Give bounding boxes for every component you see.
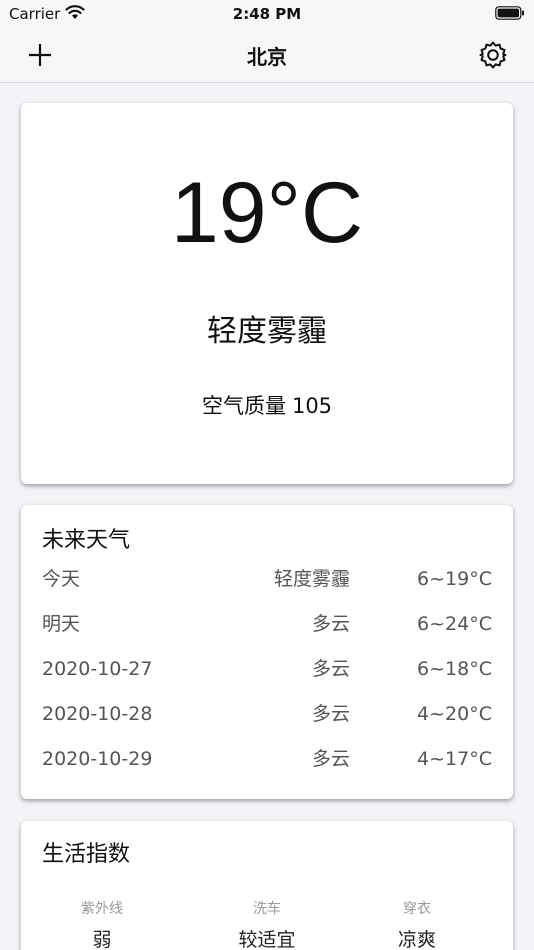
forecast-temp-range: 6~18°C: [417, 658, 492, 680]
forecast-temp-range: 4~20°C: [417, 703, 492, 725]
battery-icon: [495, 6, 524, 20]
forecast-day: 今天: [42, 568, 81, 590]
life-index-label: 紫外线: [81, 901, 123, 917]
forecast-row[interactable]: 2020-10-28 多云 4~20°C: [42, 699, 492, 729]
navigation-bar: 北京: [0, 28, 534, 83]
current-condition: 轻度雾霾: [207, 314, 327, 349]
forecast-temp-range: 6~24°C: [417, 613, 492, 635]
forecast-condition: 多云: [311, 613, 350, 635]
forecast-row[interactable]: 明天 多云 6~24°C: [42, 609, 492, 639]
forecast-day: 2020-10-28: [42, 703, 153, 725]
life-index-title: 生活指数: [42, 842, 131, 867]
city-title: 北京: [247, 45, 287, 69]
life-index-label: 穿衣: [403, 901, 431, 917]
forecast-temp-range: 6~19°C: [417, 568, 492, 590]
life-index-item-uv[interactable]: 紫外线 弱: [37, 899, 167, 950]
forecast-condition: 多云: [311, 703, 350, 725]
life-index-value: 较适宜: [238, 929, 296, 950]
forecast-day: 2020-10-27: [42, 658, 153, 680]
air-quality-value: 105: [291, 394, 333, 418]
forecast-row[interactable]: 2020-10-29 多云 4~17°C: [42, 744, 492, 774]
forecast-condition: 轻度雾霾: [273, 568, 350, 590]
status-bar: Carrier 2:48 PM: [0, 0, 534, 28]
life-index-item-clothing[interactable]: 穿衣 凉爽: [352, 899, 482, 950]
current-weather-card: [21, 103, 513, 484]
forecast-row[interactable]: 今天 轻度雾霾 6~19°C: [42, 564, 492, 594]
air-quality: 空气质量 105: [0, 392, 534, 420]
forecast-card: 未来天气 今天 轻度雾霾 6~19°C 明天 多云 6~24°C 2020-10…: [21, 505, 513, 799]
life-index-label: 洗车: [253, 901, 281, 917]
air-quality-label: 空气质量: [201, 394, 286, 418]
forecast-condition: 多云: [311, 658, 350, 680]
life-index-card: 生活指数 紫外线 弱 洗车 较适宜 穿衣 凉爽: [21, 821, 513, 950]
current-temperature: 19°C: [170, 165, 364, 261]
life-index-value: 凉爽: [397, 929, 436, 950]
forecast-row[interactable]: 2020-10-27 多云 6~18°C: [42, 654, 492, 684]
life-index-item-car-wash[interactable]: 洗车 较适宜: [202, 899, 332, 950]
forecast-day: 明天: [42, 613, 81, 635]
forecast-day: 2020-10-29: [42, 748, 153, 770]
status-time: 2:48 PM: [232, 5, 302, 23]
life-index-value: 弱: [92, 929, 112, 950]
forecast-temp-range: 4~17°C: [417, 748, 492, 770]
forecast-title: 未来天气: [42, 528, 131, 553]
forecast-condition: 多云: [311, 748, 350, 770]
gear-icon[interactable]: [478, 40, 508, 70]
